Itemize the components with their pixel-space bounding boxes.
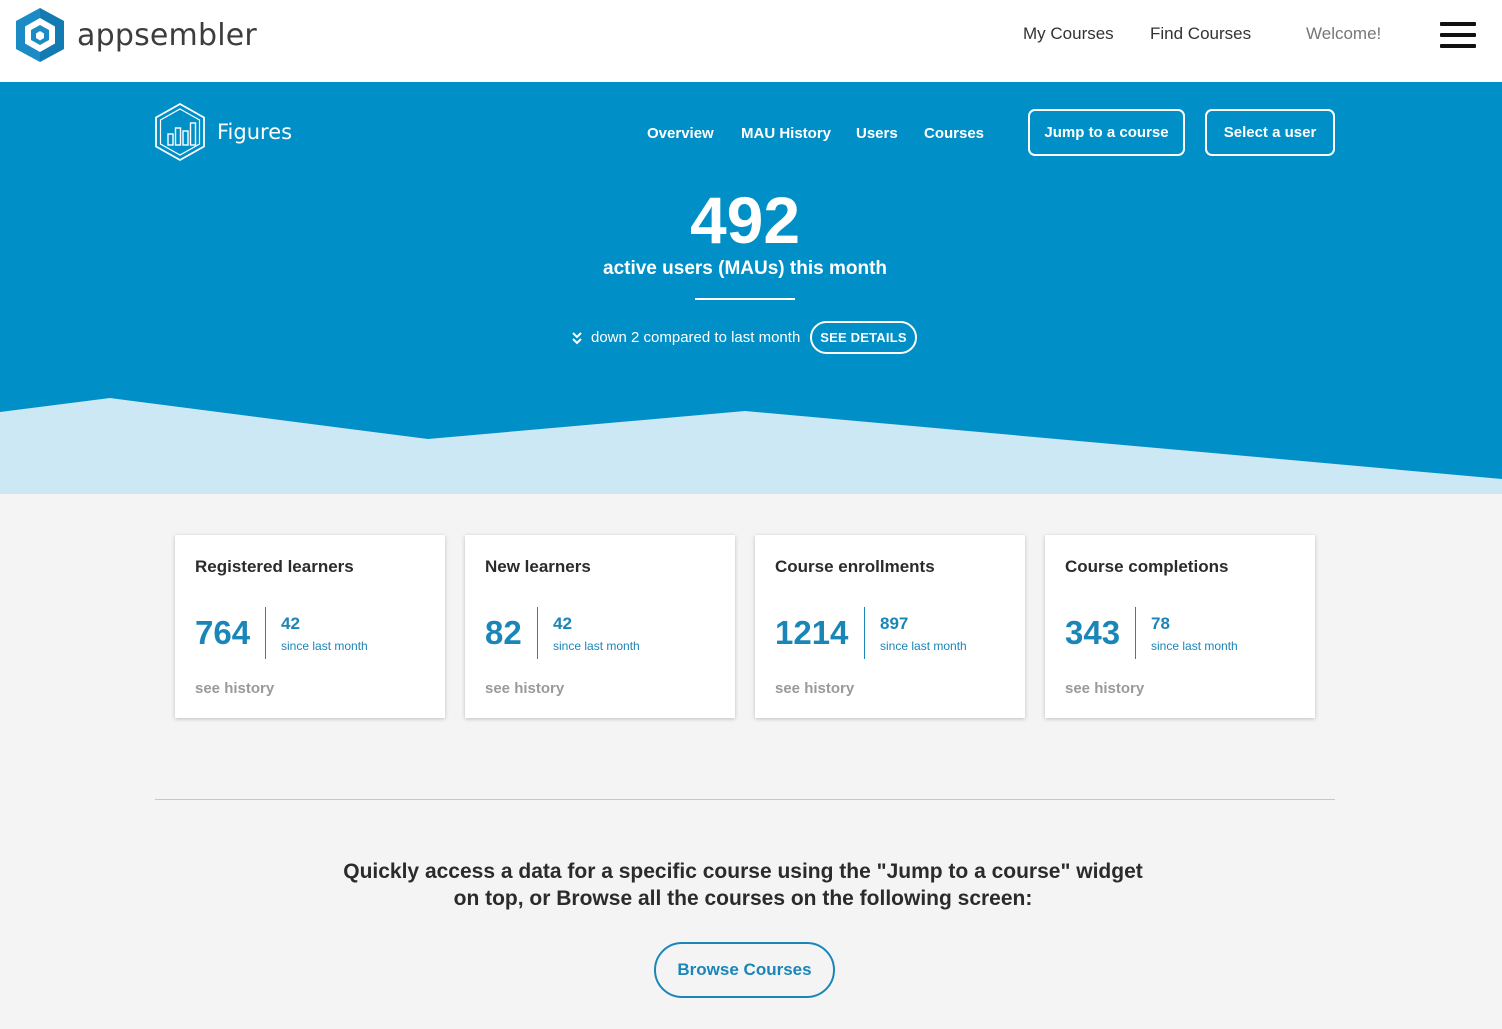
stat-card-course-enrollments: Course enrollments 1214 897 since last m… — [755, 535, 1025, 718]
top-navbar: appsembler My Courses Find Courses Welco… — [0, 0, 1502, 82]
mau-label: active users (MAUs) this month — [603, 258, 887, 279]
card-delta: 42 — [281, 614, 300, 633]
card-divider — [537, 607, 538, 659]
browse-help-line-2: on top, or Browse all the courses on the… — [453, 887, 1033, 910]
card-value: 82 — [485, 614, 522, 651]
nav-find-courses[interactable]: Find Courses — [1150, 24, 1251, 44]
card-title: Registered learners — [195, 557, 354, 576]
select-user-button[interactable]: Select a user — [1205, 109, 1335, 156]
card-divider — [1135, 607, 1136, 659]
figures-brand[interactable]: Figures — [154, 102, 292, 162]
card-title: New learners — [485, 557, 591, 576]
tab-mau-history[interactable]: MAU History — [741, 125, 831, 142]
browse-help-text: Quickly access a data for a specific cou… — [0, 858, 1494, 912]
tab-overview[interactable]: Overview — [647, 125, 714, 142]
see-history-link[interactable]: see history — [195, 680, 274, 697]
see-history-link[interactable]: see history — [1065, 680, 1144, 697]
see-history-link[interactable]: see history — [485, 680, 564, 697]
tab-users[interactable]: Users — [856, 125, 898, 142]
card-delta-label: since last month — [1151, 639, 1238, 653]
stat-card-course-completions: Course completions 343 78 since last mon… — [1045, 535, 1315, 718]
see-history-link[interactable]: see history — [775, 680, 854, 697]
card-title: Course enrollments — [775, 557, 935, 576]
welcome-text: Welcome! — [1306, 24, 1382, 43]
tab-courses[interactable]: Courses — [924, 125, 984, 142]
mau-divider — [695, 298, 795, 300]
card-divider — [864, 607, 865, 659]
card-delta: 42 — [553, 614, 572, 633]
card-value: 764 — [195, 614, 251, 651]
double-chevron-down-icon — [572, 331, 582, 344]
stat-card-new-learners: New learners 82 42 since last month see … — [465, 535, 735, 718]
stat-card-registered-learners: Registered learners 764 42 since last mo… — [175, 535, 445, 718]
card-delta: 78 — [1151, 614, 1170, 633]
figures-brand-name: Figures — [217, 120, 293, 144]
card-delta: 897 — [880, 614, 909, 633]
card-delta-label: since last month — [553, 639, 640, 653]
nav-my-courses[interactable]: My Courses — [1023, 24, 1114, 44]
section-divider — [155, 799, 1335, 800]
mau-trend: down 2 compared to last month — [571, 329, 800, 346]
card-value: 1214 — [775, 614, 849, 651]
mau-count: 492 — [689, 183, 801, 257]
mau-trend-text: down 2 compared to last month — [591, 329, 801, 346]
card-divider — [265, 607, 266, 659]
appsembler-brand[interactable]: appsembler — [13, 6, 257, 64]
see-details-button[interactable]: SEE DETAILS — [810, 321, 917, 354]
appsembler-hexagon-logo-icon — [16, 8, 64, 62]
browse-help-line-1: Quickly access a data for a specific cou… — [343, 860, 1143, 883]
jump-to-course-button[interactable]: Jump to a course — [1028, 109, 1185, 156]
card-title: Course completions — [1065, 557, 1229, 576]
browse-courses-button[interactable]: Browse Courses — [654, 942, 835, 998]
card-delta-label: since last month — [880, 639, 967, 653]
hamburger-menu-icon[interactable] — [1440, 22, 1476, 48]
mau-hero: Figures Overview MAU History Users Cours… — [0, 82, 1502, 494]
card-value: 343 — [1065, 614, 1121, 651]
card-delta-label: since last month — [281, 639, 368, 653]
figures-bar-chart-hexagon-icon — [155, 102, 205, 162]
brand-name: appsembler — [77, 17, 257, 53]
